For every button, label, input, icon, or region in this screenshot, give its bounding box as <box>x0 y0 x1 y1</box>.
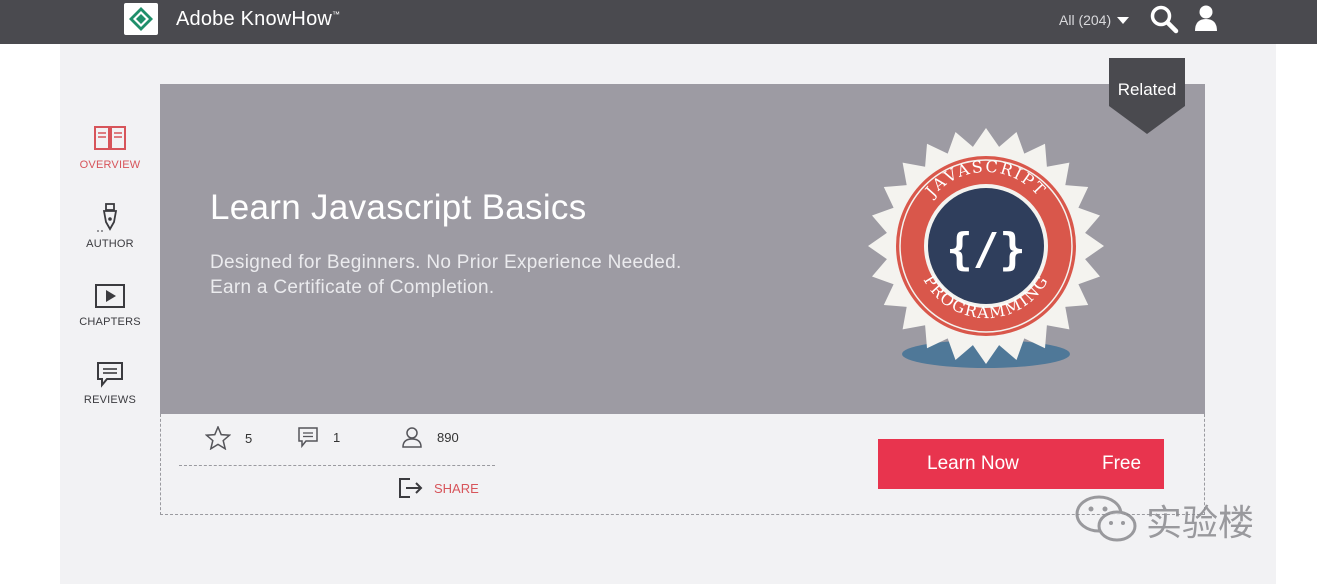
learners-stat[interactable]: 890 <box>401 426 459 448</box>
watermark: 实验楼 <box>1074 494 1254 546</box>
learners-count: 890 <box>437 429 459 445</box>
play-icon <box>95 284 125 308</box>
share-icon <box>399 478 423 498</box>
brand-adobe: Adobe <box>176 8 235 30</box>
learn-now-label: Learn Now <box>927 453 1019 474</box>
sidebar-item-chapters[interactable]: CHAPTERS <box>70 282 150 328</box>
share-button[interactable]: SHARE <box>398 477 479 499</box>
rating-stat[interactable]: 5 <box>205 426 252 450</box>
price-label: Free <box>1102 453 1142 474</box>
brand-trademark: ™ <box>332 10 341 19</box>
course-subtitle-line2: Earn a Certificate of Completion. <box>210 277 495 298</box>
badge-symbol: {/} <box>946 224 1025 275</box>
course-hero-banner: Learn Javascript Basics Designed for Beg… <box>160 84 1205 414</box>
pen-nib-icon <box>97 203 118 232</box>
course-subtitle-line1: Designed for Beginners. No Prior Experie… <box>210 252 682 273</box>
sidebar-item-label: REVIEWS <box>83 394 137 406</box>
course-title: Learn Javascript Basics <box>210 188 587 227</box>
related-tab[interactable]: Related <box>1109 58 1185 134</box>
sidebar-item-reviews[interactable]: REVIEWS <box>70 360 150 406</box>
knowhow-logo-icon[interactable] <box>124 3 158 35</box>
learn-now-button[interactable]: Learn Now Free <box>878 439 1164 489</box>
related-label: Related <box>1117 80 1177 99</box>
watermark-text: 实验楼 <box>1146 502 1255 543</box>
brand-title[interactable]: Adobe KnowHow™ <box>176 8 340 31</box>
course-subtitle: Designed for Beginners. No Prior Experie… <box>210 250 682 300</box>
javascript-badge-icon: JAVASCRIPT PROGRAMMING {/} <box>868 128 1104 368</box>
caret-down-icon <box>1117 17 1130 24</box>
sidebar-item-label: CHAPTERS <box>79 316 141 328</box>
brand-product: KnowHow <box>234 8 333 30</box>
comment-icon <box>298 427 318 448</box>
filter-dropdown[interactable]: All (204) <box>1059 12 1130 28</box>
comments-stat[interactable]: 1 <box>297 426 340 448</box>
share-label: SHARE <box>434 480 479 496</box>
sidebar-item-label: AUTHOR <box>86 238 134 250</box>
top-nav-bar: Adobe KnowHow™ All (204) <box>0 0 1317 44</box>
filter-label: All (204) <box>1059 12 1112 28</box>
book-icon <box>94 126 126 150</box>
sidebar-item-label: OVERVIEW <box>79 159 141 171</box>
star-icon <box>205 426 231 450</box>
wechat-logo-icon <box>1075 495 1137 542</box>
comments-count: 1 <box>333 429 341 445</box>
user-icon[interactable] <box>1194 4 1218 32</box>
rating-value: 5 <box>245 430 253 446</box>
sidebar-item-overview[interactable]: OVERVIEW <box>70 125 150 171</box>
user-outline-icon <box>402 427 422 448</box>
sidebar-item-author[interactable]: AUTHOR <box>70 202 150 250</box>
comment-icon <box>97 362 123 388</box>
search-icon[interactable] <box>1149 4 1179 34</box>
stats-divider <box>179 465 495 466</box>
